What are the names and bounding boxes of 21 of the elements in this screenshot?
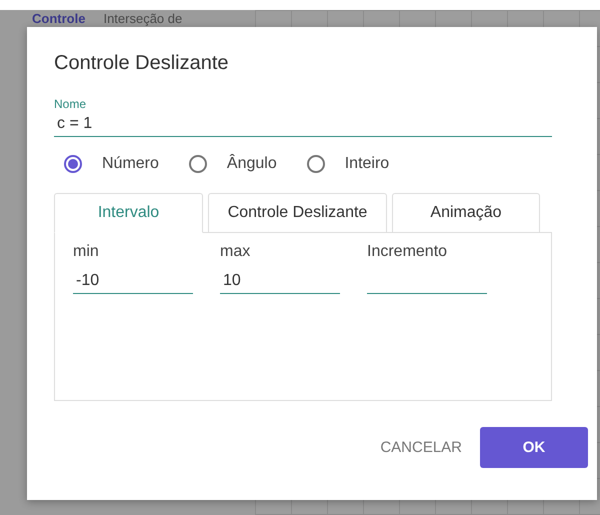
object-name: Controle bbox=[32, 12, 86, 26]
field-label: Incremento bbox=[367, 243, 448, 261]
input-field[interactable]: -10 bbox=[73, 270, 193, 294]
input-field[interactable]: c = 1 bbox=[54, 111, 552, 137]
tab[interactable]: Intervalo bbox=[54, 193, 203, 233]
dialog-title: Controle Deslizante bbox=[54, 51, 230, 75]
field-label: Nome bbox=[54, 97, 86, 111]
radio-button[interactable] bbox=[64, 155, 82, 173]
object-description: Interseção de bbox=[103, 12, 182, 26]
field-label: max bbox=[220, 243, 252, 261]
radio-button[interactable] bbox=[306, 155, 325, 173]
radio-label[interactable]: Inteiro bbox=[344, 155, 390, 173]
ok-button[interactable]: OK bbox=[480, 427, 588, 468]
radio-button[interactable] bbox=[188, 155, 207, 173]
radio-label[interactable]: Ângulo bbox=[226, 155, 277, 173]
input-field[interactable]: 10 bbox=[220, 270, 340, 294]
tab[interactable]: Controle Deslizante bbox=[208, 193, 387, 233]
radio-label[interactable]: Número bbox=[102, 155, 159, 173]
cancel-button[interactable]: CANCELAR bbox=[380, 431, 462, 464]
field-label: min bbox=[73, 243, 100, 261]
tab[interactable]: Animação bbox=[392, 193, 540, 233]
